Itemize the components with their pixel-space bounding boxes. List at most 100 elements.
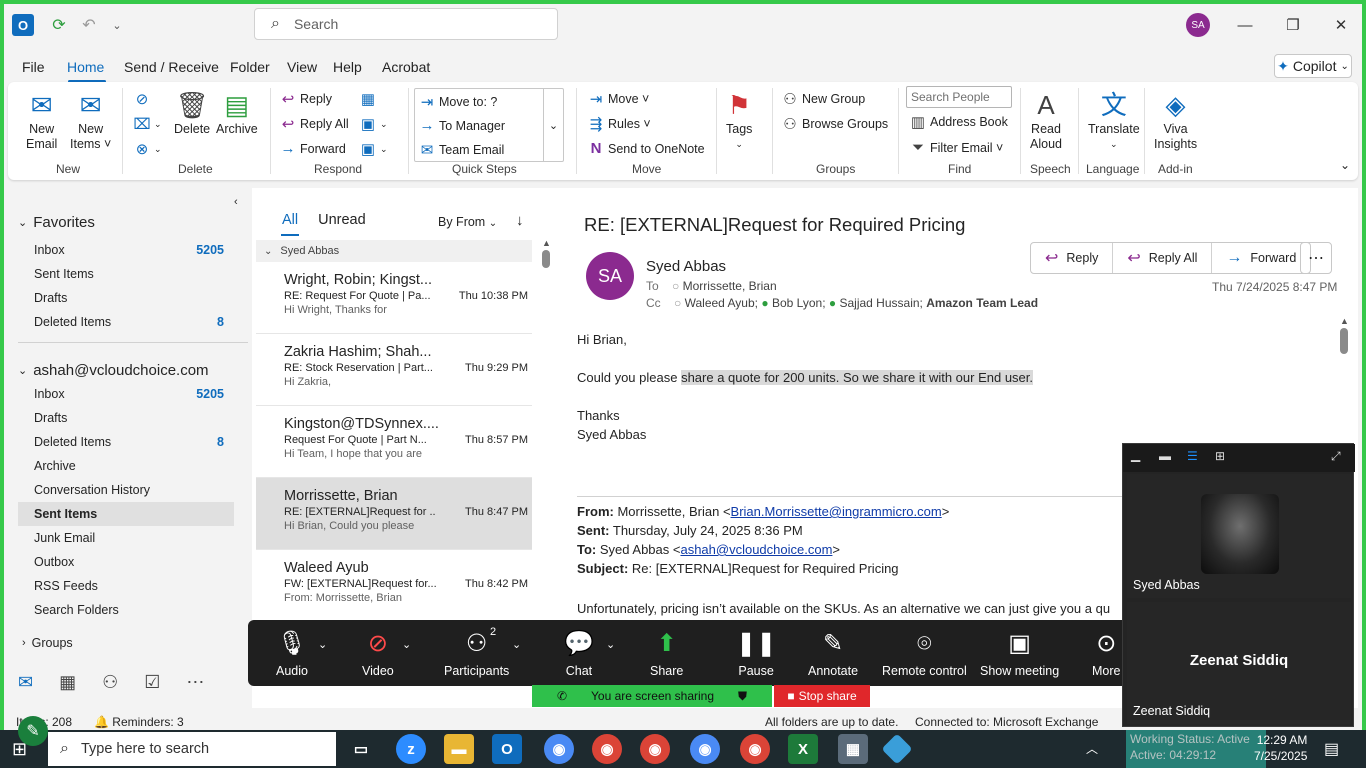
zoom-show-meeting-button[interactable]: ▣ Show meeting	[980, 628, 1059, 678]
task-view-icon[interactable]: ▭	[346, 734, 376, 764]
zoom-annotate-button[interactable]: ✎ Annotate	[808, 628, 858, 678]
address-book-button[interactable]: ▥ Address Book	[908, 113, 1008, 131]
cleanup-button[interactable]: ⌧ ⌄	[132, 115, 161, 133]
minimize-button[interactable]: —	[1230, 12, 1260, 38]
status-reminders[interactable]: 🔔 Reminders: 3	[94, 715, 184, 729]
message-item-selected[interactable]: Morrissette, Brian RE: [EXTERNAL]Request…	[256, 478, 532, 550]
favorites-item-inbox[interactable]: Inbox 5205	[18, 238, 234, 262]
ignore-button[interactable]: ⊘	[132, 90, 154, 108]
folder-archive[interactable]: Archive	[18, 454, 234, 478]
notifications-icon[interactable]: ▤	[1324, 739, 1339, 759]
recipient[interactable]: Sajjad Hussain;	[839, 296, 922, 310]
message-list-scrollbar[interactable]: ▲	[542, 238, 552, 678]
conversation-group-header[interactable]: ⌄ Syed Abbas	[256, 240, 532, 262]
reading-reply-button[interactable]: ↩ Reply	[1031, 243, 1114, 273]
sender-name[interactable]: Syed Abbas	[646, 258, 726, 275]
folder-junk[interactable]: Junk Email	[18, 526, 234, 550]
chrome-profile-icon[interactable]: ◉	[640, 734, 670, 764]
account-header[interactable]: ⌄ ashah@vcloudchoice.com	[18, 362, 209, 379]
folder-rss[interactable]: RSS Feeds	[18, 574, 234, 598]
search-people-input[interactable]: Search People	[906, 86, 1012, 108]
sender-avatar[interactable]: SA	[586, 252, 634, 300]
account-avatar[interactable]: SA	[1186, 13, 1210, 37]
mail-icon[interactable]: ✉	[18, 672, 33, 693]
calendar-icon[interactable]: ▦	[59, 672, 76, 693]
rules-button[interactable]: ⇶ Rules ˅	[586, 115, 651, 133]
speaker-view-icon[interactable]: ▬	[1159, 449, 1171, 463]
groups-header[interactable]: › Groups	[22, 636, 73, 650]
menu-file[interactable]: File	[22, 59, 45, 75]
recipient[interactable]: Amazon Team Lead	[926, 296, 1038, 310]
people-icon[interactable]: ⚇	[102, 672, 118, 693]
undo-icon[interactable]: ↶	[78, 14, 100, 36]
sort-direction-icon[interactable]: ↓	[516, 212, 524, 229]
customize-qat-icon[interactable]: ⌄	[106, 14, 128, 36]
taskbar-clock[interactable]: 12:29 AM 7/25/2025	[1254, 732, 1307, 764]
folder-drafts[interactable]: Drafts	[18, 406, 234, 430]
tab-all[interactable]: All	[282, 212, 298, 228]
menu-folder[interactable]: Folder	[230, 59, 270, 75]
tray-chevron-icon[interactable]: ︿	[1086, 740, 1098, 757]
favorites-header[interactable]: ⌄ Favorites	[18, 214, 95, 231]
outlook-app-icon[interactable]: O	[492, 734, 522, 764]
scrollbar-thumb[interactable]	[1340, 328, 1348, 354]
chat-options-icon[interactable]: ⌄	[606, 638, 615, 651]
folder-conversation-history[interactable]: Conversation History	[18, 478, 234, 502]
expand-icon[interactable]: ⤢	[1331, 449, 1341, 464]
strip-view-icon[interactable]: ☰	[1187, 449, 1198, 463]
zoom-pause-button[interactable]: ❚❚ Pause	[736, 628, 776, 678]
file-explorer-icon[interactable]: ▬	[444, 734, 474, 764]
more-apps-icon[interactable]: ⋯	[186, 672, 204, 693]
tasks-icon[interactable]: ☑	[144, 672, 160, 693]
filter-email-button[interactable]: ⏷ Filter Email ˅	[908, 139, 1003, 156]
working-status-widget[interactable]: Working Status: Active Active: 04:29:12	[1126, 730, 1266, 768]
menu-help[interactable]: Help	[333, 59, 362, 75]
quoted-to-email-link[interactable]: ashah@vcloudchoice.com	[680, 542, 832, 557]
meeting-reply-button[interactable]: ▦	[358, 90, 380, 108]
reply-all-button[interactable]: ↩ Reply All	[278, 115, 349, 133]
chrome-profile-icon[interactable]: ◉	[690, 734, 720, 764]
favorites-item-deleted[interactable]: Deleted Items 8	[18, 310, 234, 334]
folder-deleted[interactable]: Deleted Items 8	[18, 430, 234, 454]
recipient[interactable]: Morrissette, Brian	[683, 279, 777, 293]
zoom-remote-control-button[interactable]: ⌾ Remote control	[882, 628, 967, 678]
tags-button[interactable]: ⚑ Tags ⌄	[726, 88, 752, 152]
send-to-onenote-button[interactable]: N Send to OneNote	[586, 140, 705, 157]
favorites-item-sent[interactable]: Sent Items	[18, 262, 234, 286]
sort-dropdown[interactable]: By From ⌄	[438, 215, 497, 229]
menu-send-receive[interactable]: Send / Receive	[124, 59, 219, 75]
maximize-button[interactable]: ❐	[1278, 12, 1308, 38]
chrome-profile-icon[interactable]: ◉	[740, 734, 770, 764]
quick-step-team-email[interactable]: ✉ Team Email	[417, 141, 505, 159]
close-button[interactable]: ✕	[1326, 12, 1356, 38]
chrome-profile-icon[interactable]: ◉	[592, 734, 622, 764]
app-diamond-icon[interactable]	[881, 733, 913, 765]
folder-search-folders[interactable]: Search Folders	[18, 598, 234, 622]
collapse-pane-icon[interactable]: ‹	[234, 196, 238, 208]
quoted-from-email-link[interactable]: Brian.Morrissette@ingrammicro.com	[731, 504, 942, 519]
quick-step-move-to[interactable]: ⇥ Move to: ?	[417, 93, 498, 111]
im-reply-button[interactable]: ▣ ⌄	[358, 115, 388, 133]
zoom-app-icon[interactable]: z	[396, 734, 426, 764]
new-items-button[interactable]: ✉ New Items ˅	[70, 88, 111, 152]
folder-sent-items[interactable]: Sent Items	[18, 502, 234, 526]
forward-button[interactable]: → Forward	[278, 140, 346, 157]
zoom-audio-button[interactable]: 🎙 Audio	[276, 628, 308, 678]
calculator-icon[interactable]: ▦	[838, 734, 868, 764]
zoom-video-button[interactable]: ⊘ Video	[362, 628, 394, 678]
quick-step-to-manager[interactable]: → To Manager	[417, 117, 506, 134]
new-email-button[interactable]: ✉ New Email	[26, 88, 57, 152]
copilot-button[interactable]: ✦ Copilot ⌄	[1274, 54, 1352, 78]
translate-button[interactable]: 文 Translate ⌄	[1088, 88, 1140, 152]
reading-forward-button[interactable]: → Forward	[1212, 243, 1310, 273]
minimize-video-icon[interactable]: ▁	[1131, 448, 1140, 462]
more-actions-button[interactable]: ⋯	[1300, 242, 1332, 274]
message-item[interactable]: Zakria Hashim; Shah... RE: Stock Reserva…	[256, 334, 532, 406]
menu-view[interactable]: View	[287, 59, 317, 75]
stop-share-button[interactable]: ■ Stop share	[774, 685, 870, 707]
viva-insights-button[interactable]: ◈ Viva Insights	[1154, 88, 1197, 152]
participant-tile[interactable]: Zeenat Siddiq Zeenat Siddiq	[1127, 602, 1351, 724]
menu-acrobat[interactable]: Acrobat	[382, 59, 430, 75]
favorites-item-drafts[interactable]: Drafts	[18, 286, 234, 310]
junk-button[interactable]: ⊗ ⌄	[132, 140, 162, 158]
